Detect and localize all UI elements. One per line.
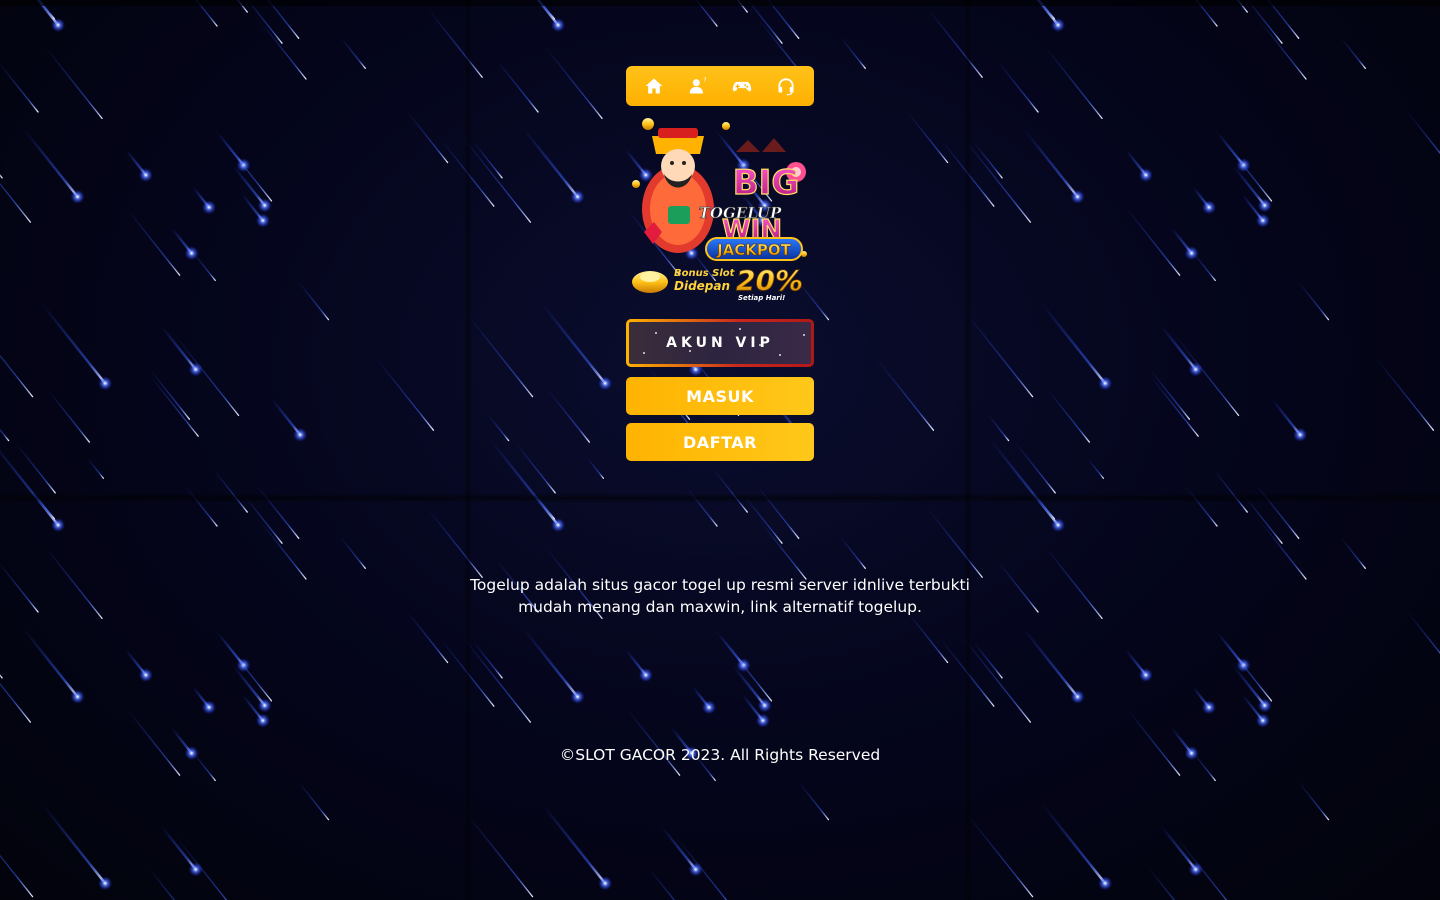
register-button-label: DAFTAR: [683, 432, 757, 452]
banner-jackpot-text: JACKPOT: [716, 241, 792, 259]
vip-account-label: AKUN VIP: [666, 335, 774, 351]
svg-text:?: ?: [703, 78, 706, 84]
home-icon: [645, 78, 663, 94]
vip-account-button[interactable]: AKUN VIP: [626, 319, 814, 367]
user-help-icon: ?: [689, 78, 707, 94]
register-button[interactable]: DAFTAR: [626, 423, 814, 461]
login-button-label: MASUK: [686, 386, 754, 406]
banner-tagline: Setiap Hari!: [738, 294, 785, 302]
jackpot-banner-art: BIG TOGELUP WIN JACKPOT Bonus Slot Didep…: [632, 118, 807, 302]
copyright-footer: ©SLOT GACOR 2023. All Rights Reserved: [559, 746, 881, 764]
top-navigation-bar: ?: [626, 66, 814, 106]
jackpot-promo-banner: BIG TOGELUP WIN JACKPOT Bonus Slot Didep…: [628, 114, 812, 304]
banner-percent-text: 20%: [736, 264, 803, 297]
headset-icon: [778, 78, 794, 96]
page-content: ? BIG TOGELUP WIN JACKPOT Bonus Slot Did…: [0, 0, 1440, 900]
banner-bonus-line1: Bonus Slot: [674, 268, 736, 279]
nav-games-button[interactable]: [727, 71, 757, 101]
nav-account-help-button[interactable]: ?: [683, 71, 713, 101]
banner-big-text: BIG: [733, 163, 799, 203]
nav-home-button[interactable]: [639, 71, 669, 101]
gamepad-icon: [732, 81, 752, 92]
login-button[interactable]: MASUK: [626, 377, 814, 415]
banner-bonus-line2: Didepan: [674, 279, 730, 293]
nav-support-button[interactable]: [771, 71, 801, 101]
site-description: Togelup adalah situs gacor togel up resm…: [470, 575, 970, 616]
